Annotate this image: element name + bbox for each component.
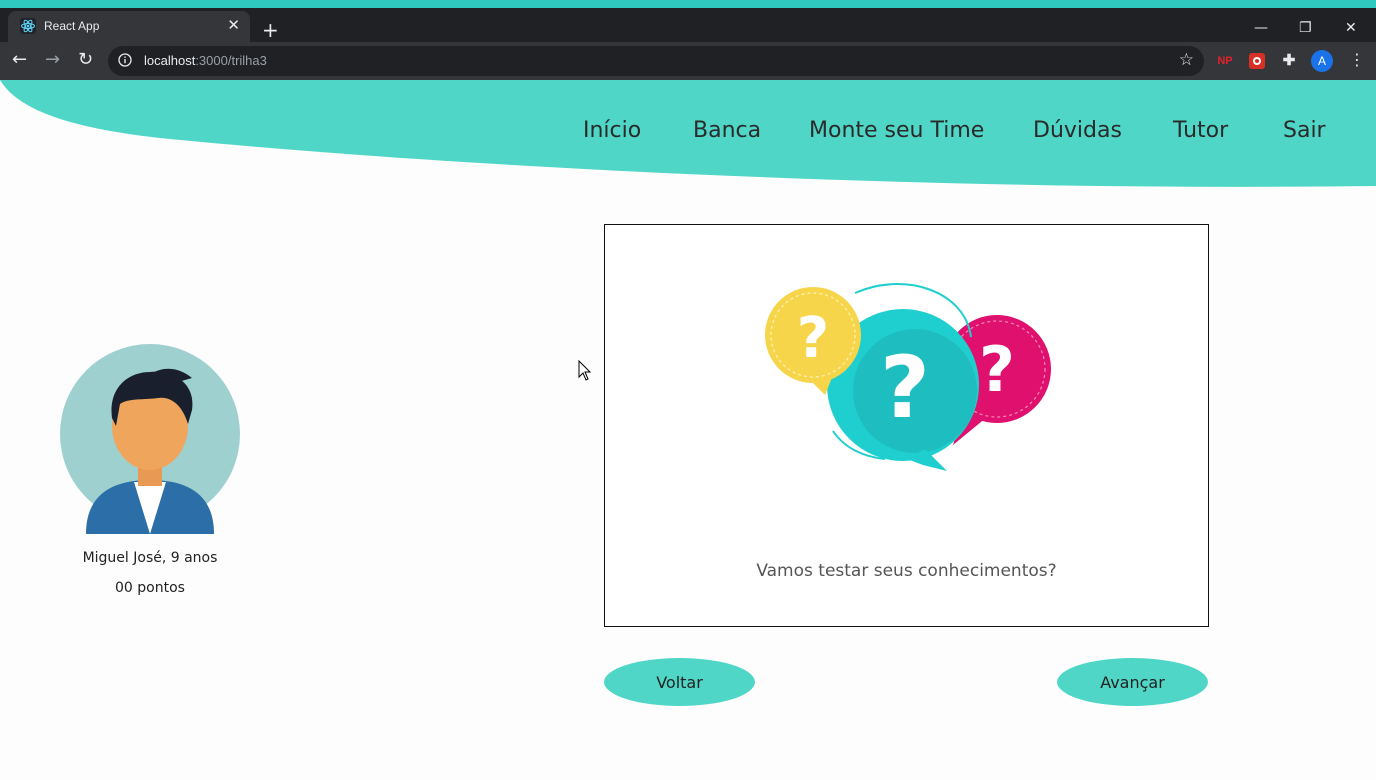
nav-duvidas[interactable]: Dúvidas [1033,118,1122,143]
back-button[interactable]: Voltar [604,658,755,706]
profile-avatar-button[interactable]: A [1311,50,1333,72]
nav-monte-seu-time[interactable]: Monte seu Time [809,118,984,143]
tab-title: React App [44,19,100,33]
nav-tutor[interactable]: Tutor [1173,118,1228,143]
restore-button[interactable]: ❐ [1299,20,1312,36]
url-text: localhost:3000/trilha3 [144,53,267,68]
question-bubbles-illustration: ? ? ? [765,283,1051,471]
nav-sair[interactable]: Sair [1283,118,1326,143]
mouse-cursor-icon [578,360,592,381]
profile-points: 00 pontos [115,580,185,596]
bookmark-star-icon[interactable]: ☆ [1179,50,1194,70]
address-bar[interactable]: localhost:3000/trilha3 ☆ [108,46,1204,76]
minimize-button[interactable]: — [1254,20,1268,36]
extension-red-icon[interactable] [1247,51,1267,71]
card-prompt-text: Vamos testar seus conhecimentos? [756,561,1057,581]
profile-name: Miguel José, 9 anos [82,550,218,566]
nav-banca[interactable]: Banca [693,118,761,143]
back-arrow-icon[interactable]: ← [12,50,27,70]
avatar [60,344,240,534]
window-accent-bar [0,0,1376,8]
extensions-puzzle-icon[interactable]: ✚ [1279,51,1299,71]
url-path: :3000/trilha3 [195,53,267,68]
site-info-icon[interactable] [118,53,132,67]
tab-close-icon[interactable]: ✕ [227,16,240,34]
close-window-button[interactable]: ✕ [1345,20,1357,36]
browser-tab[interactable]: React App ✕ [8,11,250,42]
url-host: localhost [144,53,196,68]
svg-text:?: ? [979,333,1015,406]
tab-strip: React App ✕ + — ❐ ✕ [0,8,1376,42]
np-extension-icon[interactable]: NP [1215,51,1235,71]
browser-toolbar: ← → ↻ localhost:3000/trilha3 ☆ NP ✚ A ⋮ [0,42,1376,80]
new-tab-button[interactable]: + [262,20,279,40]
svg-text:?: ? [797,306,829,371]
react-logo-icon [20,18,36,34]
reload-icon[interactable]: ↻ [78,50,93,70]
menu-kebab-icon[interactable]: ⋮ [1349,50,1365,69]
forward-arrow-icon[interactable]: → [45,50,60,70]
nav-inicio[interactable]: Início [583,118,641,143]
intro-card: ? ? ? Vamos testar seus conhecimentos? [604,224,1209,627]
next-button[interactable]: Avançar [1057,658,1208,706]
main-nav: Início Banca Monte seu Time Dúvidas Tuto… [0,118,1376,148]
svg-text:?: ? [880,338,930,438]
